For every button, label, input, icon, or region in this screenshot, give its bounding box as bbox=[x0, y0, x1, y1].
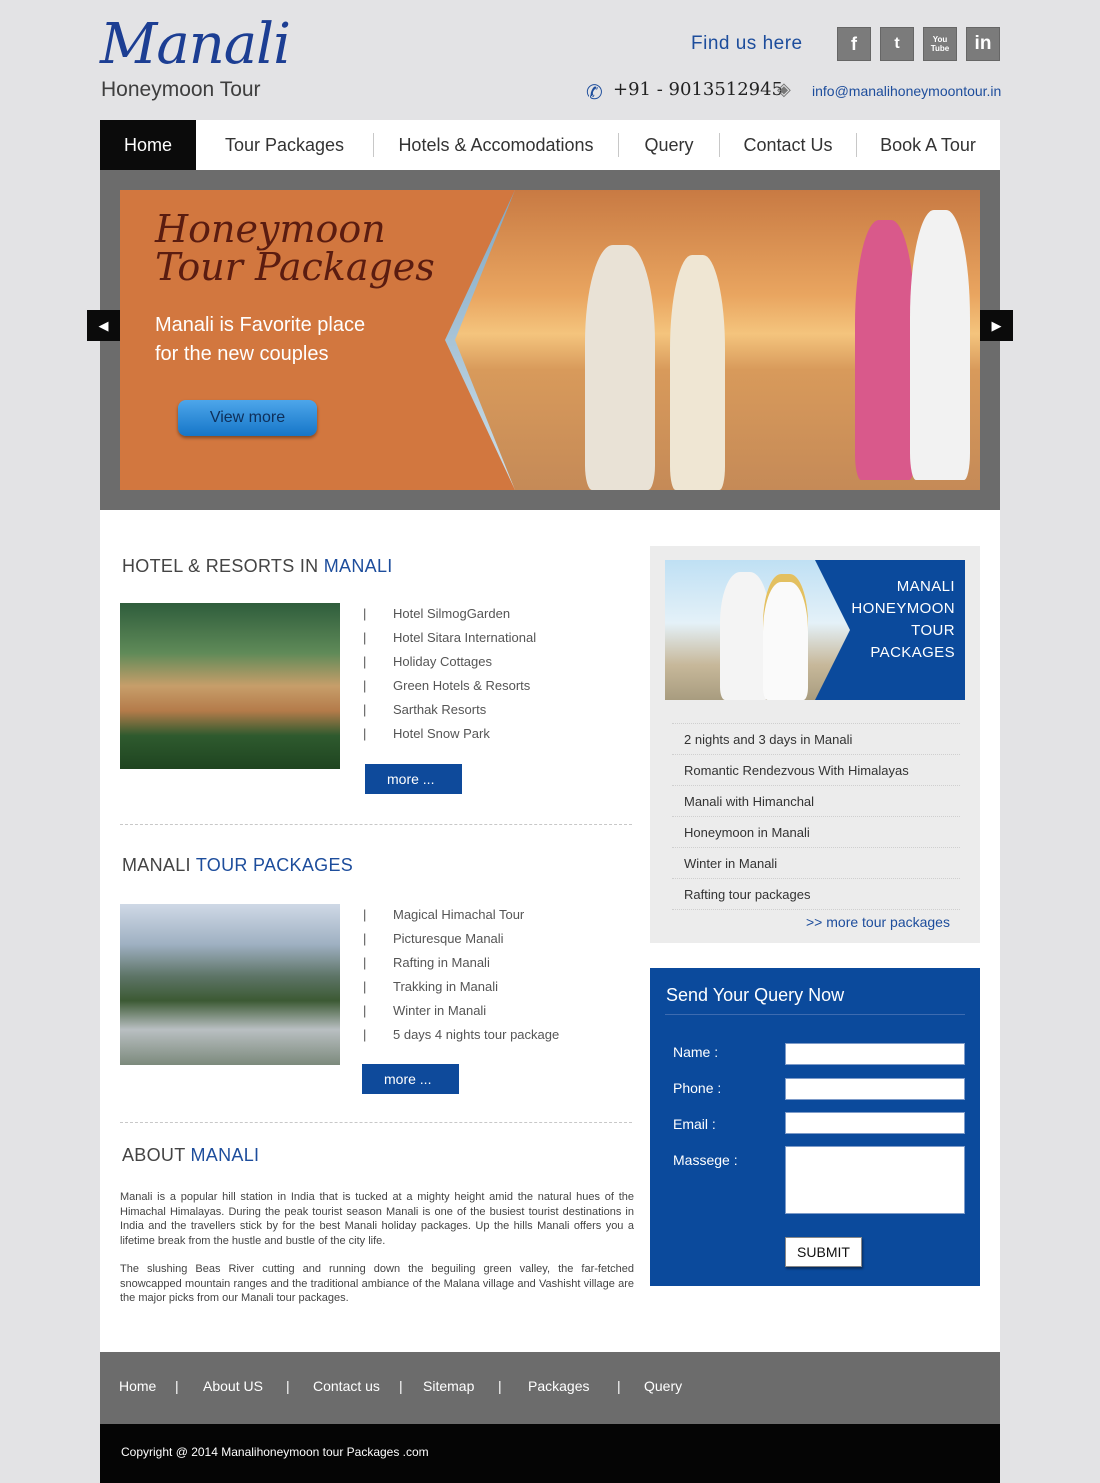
facebook-icon[interactable]: f bbox=[837, 27, 871, 61]
section-divider bbox=[120, 1122, 632, 1123]
twitter-icon[interactable]: t bbox=[880, 27, 914, 61]
list-item[interactable]: Magical Himachal Tour bbox=[363, 903, 559, 927]
packages-figure-woman bbox=[763, 574, 808, 700]
about-section-title: ABOUT MANALI bbox=[122, 1145, 260, 1165]
footer-link-packages[interactable]: Packages bbox=[528, 1378, 589, 1394]
footer-separator: | bbox=[399, 1378, 403, 1394]
list-item[interactable]: Trakking in Manali bbox=[363, 975, 559, 999]
footer-link-sitemap[interactable]: Sitemap bbox=[423, 1378, 474, 1394]
logo-subtitle: Honeymoon Tour bbox=[101, 78, 261, 101]
hotel-photo bbox=[120, 603, 340, 769]
name-field[interactable] bbox=[785, 1043, 965, 1065]
copyright-text: Copyright @ 2014 Manalihoneymoon tour Pa… bbox=[121, 1445, 429, 1459]
footer-separator: | bbox=[175, 1378, 179, 1394]
banner-figure-man bbox=[585, 245, 655, 490]
view-more-button[interactable]: View more bbox=[178, 400, 317, 436]
phone-icon: ✆ bbox=[586, 82, 603, 104]
hotels-more-button[interactable]: more ... bbox=[365, 764, 462, 794]
prev-arrow-icon[interactable]: ◀ bbox=[87, 310, 120, 341]
submit-button[interactable]: SUBMIT bbox=[785, 1237, 862, 1267]
footer-link-contact[interactable]: Contact us bbox=[313, 1378, 380, 1394]
find-us-label: Find us here bbox=[691, 33, 803, 54]
list-item[interactable]: Hotel Sitara International bbox=[363, 626, 536, 650]
footer-separator: | bbox=[617, 1378, 621, 1394]
list-item[interactable]: Winter in Manali bbox=[672, 848, 960, 879]
banner-figure-man-white bbox=[910, 210, 970, 480]
banner-title: Honeymoon Tour Packages bbox=[155, 207, 435, 289]
list-item[interactable]: Sarthak Resorts bbox=[363, 698, 536, 722]
email-field[interactable] bbox=[785, 1112, 965, 1134]
about-paragraph-2: The slushing Beas River cutting and runn… bbox=[120, 1263, 634, 1304]
tour-river-photo bbox=[120, 904, 340, 1065]
list-item[interactable]: Holiday Cottages bbox=[363, 650, 536, 674]
query-form-title: Send Your Query Now bbox=[666, 985, 845, 1005]
nav-item-query[interactable]: Query bbox=[619, 120, 719, 170]
list-item[interactable]: Green Hotels & Resorts bbox=[363, 674, 536, 698]
list-item[interactable]: Manali with Himanchal bbox=[672, 786, 960, 817]
list-item[interactable]: Rafting tour packages bbox=[672, 879, 960, 910]
list-item[interactable]: Winter in Manali bbox=[363, 999, 559, 1023]
nav-item-hotels[interactable]: Hotels & Accomodations bbox=[374, 120, 618, 170]
message-textarea[interactable] bbox=[785, 1146, 965, 1214]
tours-more-button[interactable]: more ... bbox=[362, 1064, 459, 1094]
hotels-list: Hotel SilmogGarden Hotel Sitara Internat… bbox=[363, 602, 536, 746]
packages-heading: MANALI HONEYMOON TOUR PACKAGES bbox=[851, 578, 955, 661]
list-item[interactable]: Hotel SilmogGarden bbox=[363, 602, 536, 626]
list-item[interactable]: Picturesque Manali bbox=[363, 927, 559, 951]
footer-separator: | bbox=[498, 1378, 502, 1394]
banner-figure-woman-pink bbox=[855, 220, 915, 480]
footer-link-query[interactable]: Query bbox=[644, 1378, 682, 1394]
list-item[interactable]: Hotel Snow Park bbox=[363, 722, 536, 746]
email-link[interactable]: info@manalihoneymoontour.in bbox=[812, 83, 1001, 99]
next-arrow-icon[interactable]: ▶ bbox=[980, 310, 1013, 341]
banner-couple-photo bbox=[455, 190, 980, 490]
hotels-section-title: HOTEL & RESORTS IN MANALI bbox=[122, 556, 393, 576]
more-tour-packages-link[interactable]: >> more tour packages bbox=[806, 914, 950, 930]
phone-number: +91 - 9013512945 bbox=[613, 79, 784, 100]
footer-link-home[interactable]: Home bbox=[119, 1378, 156, 1394]
linkedin-icon[interactable]: in bbox=[966, 27, 1000, 61]
nav-item-contact[interactable]: Contact Us bbox=[720, 120, 856, 170]
logo-script[interactable]: Manali bbox=[100, 12, 291, 77]
banner-subtitle: Manali is Favorite place for the new cou… bbox=[155, 314, 366, 365]
list-item[interactable]: Romantic Rendezvous With Himalayas bbox=[672, 755, 960, 786]
nav-item-book-tour[interactable]: Book A Tour bbox=[857, 120, 999, 170]
youtube-icon[interactable]: You Tube bbox=[923, 27, 957, 61]
message-label: Massege : bbox=[673, 1152, 738, 1168]
tours-list: Magical Himachal Tour Picturesque Manali… bbox=[363, 903, 559, 1047]
email-label: Email : bbox=[673, 1116, 716, 1132]
list-item[interactable]: 5 days 4 nights tour package bbox=[363, 1023, 559, 1047]
footer-separator: | bbox=[286, 1378, 290, 1394]
query-divider bbox=[665, 1014, 965, 1015]
about-paragraph-1: Manali is a popular hill station in Indi… bbox=[120, 1191, 634, 1247]
section-divider bbox=[120, 824, 632, 825]
mail-icon: ◈ bbox=[777, 79, 791, 99]
name-label: Name : bbox=[673, 1044, 719, 1060]
list-item[interactable]: Rafting in Manali bbox=[363, 951, 559, 975]
list-item[interactable]: 2 nights and 3 days in Manali bbox=[672, 723, 960, 755]
banner-figure-woman bbox=[670, 255, 725, 490]
tours-section-title: MANALI TOUR PACKAGES bbox=[122, 855, 354, 875]
nav-item-tour-packages[interactable]: Tour Packages bbox=[196, 120, 373, 170]
list-item[interactable]: Honeymoon in Manali bbox=[672, 817, 960, 848]
phone-field[interactable] bbox=[785, 1078, 965, 1100]
packages-list: 2 nights and 3 days in Manali Romantic R… bbox=[672, 723, 960, 910]
phone-label: Phone : bbox=[673, 1080, 722, 1096]
main-nav: Home Tour Packages Hotels & Accomodation… bbox=[100, 120, 1000, 170]
footer-link-about[interactable]: About US bbox=[203, 1378, 263, 1394]
nav-item-home[interactable]: Home bbox=[100, 120, 196, 170]
